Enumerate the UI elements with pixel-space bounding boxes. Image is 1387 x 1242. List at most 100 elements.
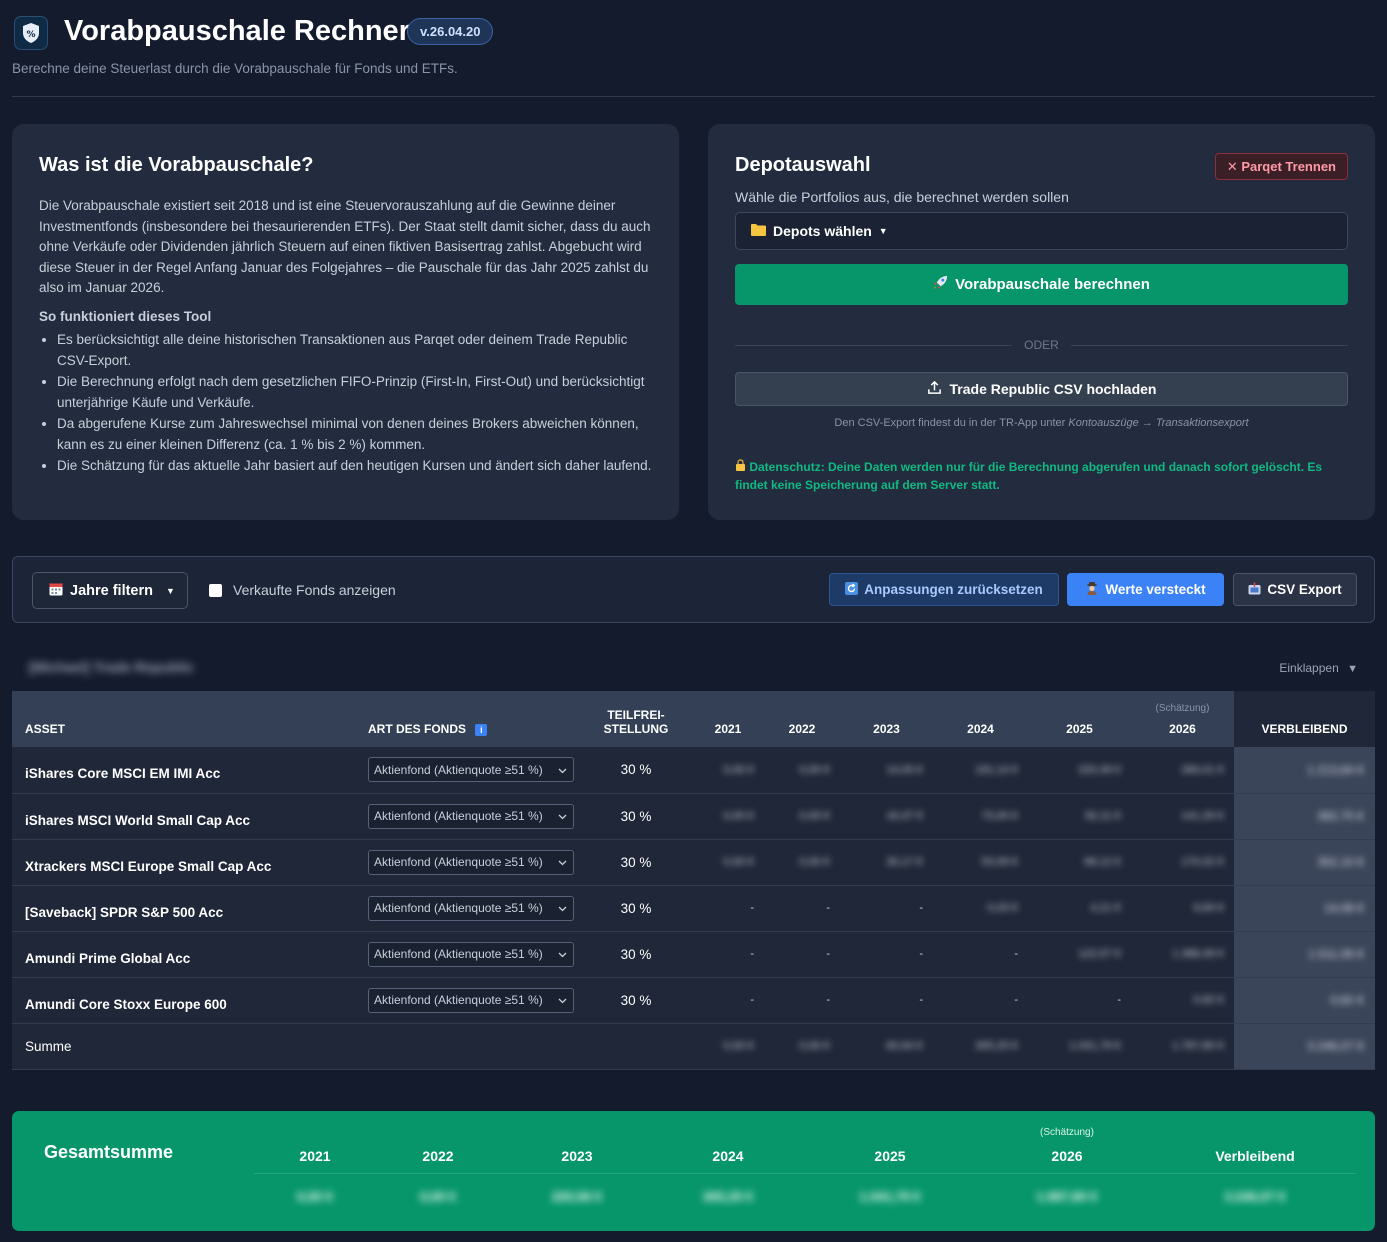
- hide-values-button[interactable]: Werte versteckt: [1067, 573, 1224, 606]
- teilfreistellung-value: 30 %: [620, 854, 652, 870]
- tax-table: ASSET ART DES FONDS i TEILFREI- STELLUNG…: [12, 691, 1375, 1069]
- value-2024-value: 53,09 €: [981, 856, 1018, 868]
- info-text: Die Vorabpauschale existiert seit 2018 u…: [39, 198, 651, 295]
- sum-2026: 1.787,80 €: [1131, 1023, 1234, 1069]
- value-2024-value: 0,03 €: [987, 902, 1018, 914]
- header-2025[interactable]: 2025: [1028, 691, 1131, 747]
- caret-down-icon: ▼: [166, 585, 175, 596]
- page-subtitle: Berechne deine Steuerlast durch die Vora…: [12, 61, 458, 76]
- depot-select[interactable]: Depots wählen ▼: [735, 212, 1348, 250]
- value-2026: 141,33 €: [1131, 793, 1234, 839]
- sum-label: Summe: [25, 1038, 72, 1054]
- sum-2021-value: 0,00 €: [723, 1040, 754, 1052]
- value-2024: 53,09 €: [933, 839, 1028, 885]
- value-2023: 16,47 €: [840, 793, 933, 839]
- value-2026: 9,84 €: [1131, 885, 1234, 931]
- show-sold-funds-checkbox[interactable]: [209, 583, 222, 597]
- header-2022[interactable]: 2022: [764, 691, 840, 747]
- app-logo: %: [14, 16, 48, 50]
- value-2025-value: 92,11 €: [1085, 810, 1121, 822]
- parqet-disconnect-button[interactable]: ✕ Parqet Trennen: [1214, 153, 1348, 180]
- chevron-down-icon: [558, 763, 567, 777]
- show-sold-funds-toggle[interactable]: Verkaufte Fonds anzeigen: [209, 582, 396, 598]
- value-2021: 0,00 €: [692, 839, 764, 885]
- remaining-value: 352,10 €: [1234, 839, 1375, 885]
- csv-upload-button[interactable]: Trade Republic CSV hochladen: [735, 372, 1348, 406]
- fund-type-select[interactable]: Aktienfond (Aktienquote ≥51 %): [368, 849, 574, 875]
- csv-export-button[interactable]: CSV Export: [1233, 573, 1357, 606]
- value-2023-value: 30,17 €: [886, 856, 923, 868]
- value-2025-value: 122,57 €: [1078, 948, 1121, 960]
- header-2026[interactable]: (Schätzung) 2026: [1131, 691, 1234, 747]
- header-remaining[interactable]: VERBLEIBEND: [1234, 691, 1375, 747]
- header-art[interactable]: ART DES FONDS i: [368, 691, 580, 747]
- fund-type-label: Aktienfond (Aktienquote ≥51 %): [374, 762, 543, 777]
- value-2021: 0,00 €: [692, 793, 764, 839]
- table-row: Amundi Core Stoxx Europe 600 Aktienfond (…: [12, 977, 1375, 1023]
- collapse-toggle[interactable]: Einklappen ▼: [1279, 661, 1358, 675]
- fund-type-select[interactable]: Aktienfond (Aktienquote ≥51 %): [368, 895, 574, 921]
- calculate-button[interactable]: Vorabpauschale berechnen: [735, 264, 1348, 305]
- value-2022: 0,00 €: [764, 839, 840, 885]
- teilfreistellung-value: 30 %: [620, 946, 652, 962]
- teilfreistellung-value: 30 %: [620, 992, 652, 1008]
- svg-text:%: %: [26, 30, 35, 40]
- info-icon[interactable]: i: [475, 724, 488, 736]
- how-item: Die Schätzung für das aktuelle Jahr basi…: [57, 455, 652, 476]
- total-year-label: 2021: [299, 1148, 331, 1164]
- header-teilfreistellung: TEILFREI- STELLUNG: [580, 691, 692, 747]
- total-year-label: 2026: [1051, 1148, 1083, 1164]
- value-2025-value: 4,21 €: [1090, 902, 1121, 914]
- header-2026-label: 2026: [1169, 722, 1196, 736]
- value-2023: 30,17 €: [840, 839, 933, 885]
- detective-icon: [1085, 581, 1099, 598]
- page-title: Vorabpauschale Rechner: [64, 15, 410, 47]
- value-2023-value: 16,47 €: [886, 810, 923, 822]
- sum-2021: 0,00 €: [692, 1023, 764, 1069]
- value-2024: -: [1014, 948, 1018, 960]
- fund-type-select[interactable]: Aktienfond (Aktienquote ≥51 %): [368, 757, 574, 783]
- value-2024: 73,00 €: [933, 793, 1028, 839]
- fund-type-label: Aktienfond (Aktienquote ≥51 %): [374, 809, 543, 823]
- total-value: 1.041,79 €: [859, 1189, 921, 1204]
- fund-type-select[interactable]: Aktienfond (Aktienquote ≥51 %): [368, 803, 574, 829]
- chevron-down-icon: [558, 901, 567, 915]
- value-2021: -: [750, 994, 754, 1006]
- value-2024-value: 73,00 €: [981, 810, 1018, 822]
- year-filter-button[interactable]: Jahre filtern ▼: [32, 572, 188, 609]
- sum-2022: 0,00 €: [764, 1023, 840, 1069]
- asset-name: Amundi Core Stoxx Europe 600: [25, 996, 227, 1012]
- privacy-text: Datenschutz: Deine Daten werden nur für …: [735, 460, 1323, 492]
- value-2023-value: 14,00 €: [886, 763, 923, 776]
- fund-type-cell: Aktienfond (Aktienquote ≥51 %): [368, 885, 580, 931]
- table-row: Amundi Prime Global Acc Aktienfond (Aktie…: [12, 931, 1375, 977]
- header-2024[interactable]: 2024: [933, 691, 1028, 747]
- remaining-value-value: 1.213,84 €: [1307, 762, 1364, 777]
- csv-hint: Den CSV-Export findest du in der TR-App …: [735, 417, 1348, 429]
- value-2026-value: 0,82 €: [1193, 994, 1224, 1006]
- remaining-value: 1.213,84 €: [1234, 747, 1375, 793]
- value-2021: -: [750, 902, 754, 914]
- upload-icon: [927, 380, 942, 398]
- value-2026-value: 284,01 €: [1181, 763, 1224, 776]
- total-year-label: Verbleibend: [1215, 1148, 1295, 1164]
- header-tf-line2: STELLUNG: [603, 722, 669, 736]
- total-value: 3.246,07 €: [1224, 1189, 1286, 1204]
- fund-type-select[interactable]: Aktienfond (Aktienquote ≥51 %): [368, 987, 574, 1013]
- value-2022: 0,00 €: [764, 793, 840, 839]
- header-2023[interactable]: 2023: [840, 691, 933, 747]
- calculate-label: Vorabpauschale berechnen: [955, 276, 1150, 293]
- shield-percent-icon: %: [23, 23, 39, 43]
- asset-name: Amundi Prime Global Acc: [25, 950, 191, 966]
- header-asset[interactable]: ASSET: [12, 691, 368, 747]
- how-title: So funktioniert dieses Tool: [39, 308, 212, 324]
- value-2023: -: [919, 948, 923, 960]
- value-2026: 1.388,49 €: [1131, 931, 1234, 977]
- reset-adjustments-button[interactable]: Anpassungen zurücksetzen: [829, 573, 1059, 606]
- value-2026-value: 141,33 €: [1181, 810, 1224, 822]
- how-item: Da abgerufene Kurse zum Jahreswechsel mi…: [57, 413, 652, 455]
- fund-type-select[interactable]: Aktienfond (Aktienquote ≥51 %): [368, 941, 574, 967]
- header-tf-line1: TEILFREI-: [607, 708, 665, 722]
- depot-hint: Wähle die Portfolios aus, die berechnet …: [735, 189, 1069, 205]
- header-2021[interactable]: 2021: [692, 691, 764, 747]
